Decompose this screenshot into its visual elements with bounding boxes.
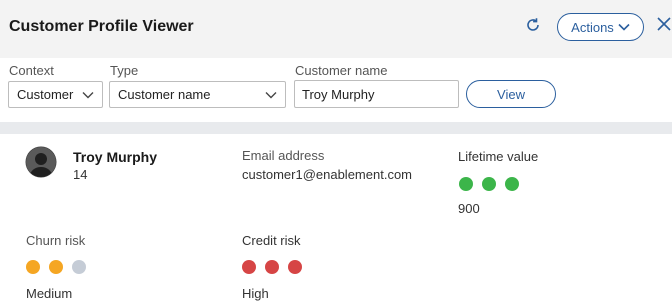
- email-value: customer1@enablement.com: [242, 167, 412, 182]
- rating-dot: [482, 177, 496, 191]
- chevron-down-icon: [82, 92, 94, 99]
- lifetime-value-rating: [459, 177, 519, 191]
- rating-dot: [242, 260, 256, 274]
- view-button[interactable]: View: [466, 80, 556, 108]
- rating-dot: [505, 177, 519, 191]
- rating-dot: [288, 260, 302, 274]
- chevron-down-icon: [618, 23, 630, 31]
- header-bar: Customer Profile Viewer Actions Context …: [0, 0, 672, 78]
- user-avatar-icon: [25, 146, 57, 178]
- section-divider: [0, 122, 672, 134]
- rating-dot: [459, 177, 473, 191]
- credit-risk-value: High: [242, 286, 269, 301]
- credit-risk-rating: [242, 260, 302, 274]
- rating-dot: [49, 260, 63, 274]
- context-value: Customer: [17, 87, 74, 102]
- type-label: Type: [110, 63, 139, 78]
- type-select[interactable]: Customer name: [109, 81, 286, 108]
- churn-risk-label: Churn risk: [26, 233, 86, 248]
- chevron-down-icon: [265, 92, 277, 99]
- page-title: Customer Profile Viewer: [9, 18, 194, 35]
- type-value: Customer name: [118, 87, 211, 102]
- lifetime-value: 900: [458, 201, 480, 216]
- credit-risk-label: Credit risk: [242, 233, 301, 248]
- rating-dot: [265, 260, 279, 274]
- customer-name: Troy Murphy: [73, 149, 158, 165]
- churn-risk-rating: [26, 260, 86, 274]
- customer-name-input[interactable]: [294, 80, 459, 108]
- context-select[interactable]: Customer: [8, 81, 103, 108]
- actions-button[interactable]: Actions: [557, 13, 644, 41]
- rating-dot: [72, 260, 86, 274]
- churn-risk-value: Medium: [26, 286, 73, 301]
- context-label: Context: [9, 63, 54, 78]
- rating-dot: [26, 260, 40, 274]
- actions-label: Actions: [571, 19, 614, 35]
- refresh-icon[interactable]: [524, 16, 542, 34]
- lifetime-value-label: Lifetime value: [458, 149, 539, 164]
- email-label: Email address: [242, 148, 325, 163]
- customer-name-label: Customer name: [295, 63, 388, 78]
- close-icon[interactable]: [656, 16, 672, 32]
- customer-id: 14: [73, 167, 88, 182]
